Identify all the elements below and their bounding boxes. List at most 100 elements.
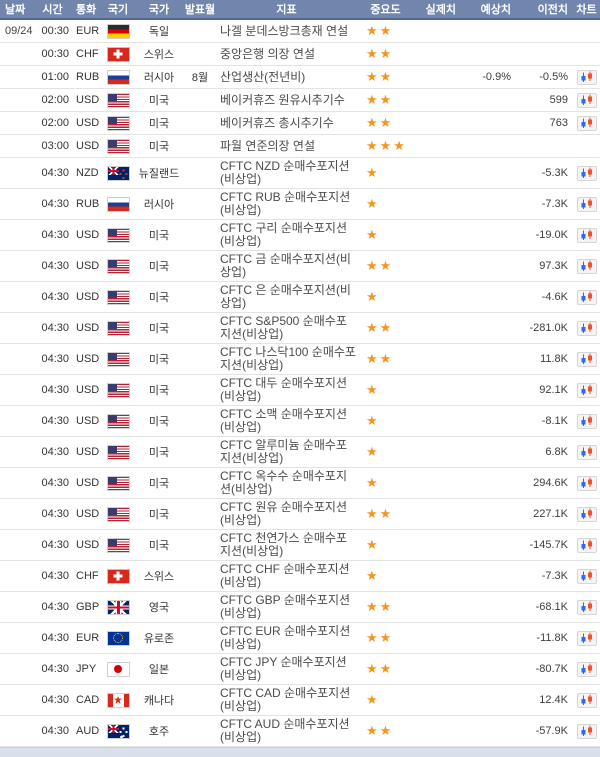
- indicator-link[interactable]: CFTC 알루미늄 순매수포지션(비상업): [216, 437, 357, 467]
- importance-stars: ★★: [357, 115, 414, 131]
- previous-cell: -19.0K: [515, 229, 572, 241]
- usa-flag-icon: [107, 445, 130, 460]
- table-row[interactable]: 03:00 USD 미국 파월 연준의장 연설 ★★★: [0, 135, 600, 158]
- table-row[interactable]: 04:30 USD 미국 CFTC 소맥 순매수포지션(비상업) ★ -8.1K: [0, 406, 600, 437]
- candlestick-chart-icon[interactable]: [577, 569, 597, 584]
- time-cell: 01:00: [36, 71, 69, 83]
- indicator-link[interactable]: 중앙은행 의장 연설: [216, 46, 357, 63]
- indicator-link[interactable]: CFTC CAD 순매수포지션(비상업): [216, 685, 357, 715]
- candlestick-chart-icon[interactable]: [577, 662, 597, 677]
- table-row[interactable]: 02:00 USD 미국 베이커휴즈 총시추기수 ★★ 763: [0, 112, 600, 135]
- indicator-link[interactable]: CFTC 나스닥100 순매수포지션(비상업): [216, 344, 357, 374]
- indicator-link[interactable]: CFTC 원유 순매수포지션(비상업): [216, 499, 357, 529]
- currency-cell: AUD: [69, 725, 102, 737]
- table-row[interactable]: 04:30 JPY 일본 CFTC JPY 순매수포지션(비상업) ★★ -80…: [0, 654, 600, 685]
- candlestick-chart-icon[interactable]: [577, 93, 597, 108]
- previous-cell: 97.3K: [515, 260, 572, 272]
- indicator-link[interactable]: CFTC 금 순매수포지션(비상업): [216, 251, 357, 281]
- table-row[interactable]: 04:30 USD 미국 CFTC 원유 순매수포지션(비상업) ★★ 227.…: [0, 499, 600, 530]
- importance-stars: ★: [357, 568, 414, 584]
- canada-flag-icon: [107, 693, 130, 708]
- indicator-link[interactable]: CFTC AUD 순매수포지션(비상업): [216, 716, 357, 746]
- table-row[interactable]: 04:30 CAD 캐나다 CFTC CAD 순매수포지션(비상업) ★ 12.…: [0, 685, 600, 716]
- candlestick-chart-icon[interactable]: [577, 507, 597, 522]
- indicator-link[interactable]: CFTC GBP 순매수포지션(비상업): [216, 592, 357, 622]
- indicator-link[interactable]: CFTC EUR 순매수포지션(비상업): [216, 623, 357, 653]
- table-row[interactable]: 04:30 CHF 스위스 CFTC CHF 순매수포지션(비상업) ★ -7.…: [0, 561, 600, 592]
- candlestick-chart-icon[interactable]: [577, 693, 597, 708]
- table-row[interactable]: 04:30 RUB 러시아 CFTC RUB 순매수포지션(비상업) ★ -7.…: [0, 189, 600, 220]
- column-header-month: 발표월: [184, 1, 216, 17]
- table-row[interactable]: 02:00 USD 미국 베이커휴즈 원유시추기수 ★★ 599: [0, 89, 600, 112]
- country-cell: 러시아: [134, 69, 184, 85]
- table-row[interactable]: 01:00 RUB 러시아 8월 산업생산(전년비) ★★ -0.9% -0.5…: [0, 66, 600, 89]
- table-row[interactable]: 04:30 AUD 호주 CFTC AUD 순매수포지션(비상업) ★★ -57…: [0, 716, 600, 747]
- table-row[interactable]: 04:30 NZD 뉴질랜드 CFTC NZD 순매수포지션(비상업) ★ -5…: [0, 158, 600, 189]
- indicator-link[interactable]: CFTC CHF 순매수포지션(비상업): [216, 561, 357, 591]
- currency-cell: CHF: [69, 48, 102, 60]
- candlestick-chart-icon[interactable]: [577, 70, 597, 85]
- calendar-rows: 09/24 00:30 EUR 독일 나겔 분데스방크총재 연설 ★★ 00:3…: [0, 20, 600, 747]
- table-row[interactable]: 04:30 GBP 영국 CFTC GBP 순매수포지션(비상업) ★★ -68…: [0, 592, 600, 623]
- time-cell: 00:30: [36, 48, 69, 60]
- previous-cell: 92.1K: [515, 384, 572, 396]
- usa-flag-icon: [107, 139, 130, 154]
- candlestick-chart-icon[interactable]: [577, 538, 597, 553]
- currency-cell: NZD: [69, 167, 102, 179]
- indicator-link[interactable]: 파월 연준의장 연설: [216, 138, 357, 155]
- candlestick-chart-icon[interactable]: [577, 631, 597, 646]
- table-row[interactable]: 04:30 USD 미국 CFTC 은 순매수포지션(비상업) ★ -4.6K: [0, 282, 600, 313]
- table-row[interactable]: 04:30 USD 미국 CFTC 금 순매수포지션(비상업) ★★ 97.3K: [0, 251, 600, 282]
- time-cell: 04:30: [36, 570, 69, 582]
- indicator-link[interactable]: 산업생산(전년비): [216, 69, 357, 86]
- candlestick-chart-icon[interactable]: [577, 445, 597, 460]
- table-row[interactable]: 00:30 CHF 스위스 중앙은행 의장 연설 ★★: [0, 43, 600, 66]
- indicator-link[interactable]: 베이커휴즈 원유시추기수: [216, 92, 357, 109]
- time-cell: 04:30: [36, 508, 69, 520]
- indicator-link[interactable]: CFTC S&P500 순매수포지션(비상업): [216, 313, 357, 343]
- country-cell: 영국: [134, 599, 184, 615]
- candlestick-chart-icon[interactable]: [577, 321, 597, 336]
- currency-cell: RUB: [69, 198, 102, 210]
- candlestick-chart-icon[interactable]: [577, 414, 597, 429]
- table-row[interactable]: 04:30 USD 미국 CFTC 나스닥100 순매수포지션(비상업) ★★ …: [0, 344, 600, 375]
- table-row[interactable]: 04:30 USD 미국 CFTC S&P500 순매수포지션(비상업) ★★ …: [0, 313, 600, 344]
- japan-flag-icon: [107, 662, 130, 677]
- indicator-link[interactable]: CFTC 구리 순매수포지션(비상업): [216, 220, 357, 250]
- indicator-link[interactable]: CFTC 대두 순매수포지션(비상업): [216, 375, 357, 405]
- currency-cell: USD: [69, 477, 102, 489]
- candlestick-chart-icon[interactable]: [577, 166, 597, 181]
- country-cell: 미국: [134, 382, 184, 398]
- indicator-link[interactable]: 나겔 분데스방크총재 연설: [216, 23, 357, 40]
- candlestick-chart-icon[interactable]: [577, 197, 597, 212]
- candlestick-chart-icon[interactable]: [577, 476, 597, 491]
- table-row[interactable]: 04:30 EUR 유로존 CFTC EUR 순매수포지션(비상업) ★★ -1…: [0, 623, 600, 654]
- previous-cell: -57.9K: [515, 725, 572, 737]
- indicator-link[interactable]: CFTC 은 순매수포지션(비상업): [216, 282, 357, 312]
- country-cell: 미국: [134, 537, 184, 553]
- table-row[interactable]: 04:30 USD 미국 CFTC 구리 순매수포지션(비상업) ★ -19.0…: [0, 220, 600, 251]
- candlestick-chart-icon[interactable]: [577, 259, 597, 274]
- table-row[interactable]: 04:30 USD 미국 CFTC 옥수수 순매수포지션(비상업) ★ 294.…: [0, 468, 600, 499]
- indicator-link[interactable]: CFTC RUB 순매수포지션(비상업): [216, 189, 357, 219]
- table-row[interactable]: 04:30 USD 미국 CFTC 천연가스 순매수포지션(비상업) ★ -14…: [0, 530, 600, 561]
- indicator-link[interactable]: CFTC NZD 순매수포지션(비상업): [216, 158, 357, 188]
- indicator-link[interactable]: CFTC 소맥 순매수포지션(비상업): [216, 406, 357, 436]
- candlestick-chart-icon[interactable]: [577, 724, 597, 739]
- candlestick-chart-icon[interactable]: [577, 383, 597, 398]
- indicator-link[interactable]: CFTC 천연가스 순매수포지션(비상업): [216, 530, 357, 560]
- table-row[interactable]: 04:30 USD 미국 CFTC 대두 순매수포지션(비상업) ★ 92.1K: [0, 375, 600, 406]
- indicator-link[interactable]: CFTC JPY 순매수포지션(비상업): [216, 654, 357, 684]
- currency-cell: CHF: [69, 570, 102, 582]
- switzerland-flag-icon: [107, 47, 130, 62]
- indicator-link[interactable]: CFTC 옥수수 순매수포지션(비상업): [216, 468, 357, 498]
- table-row[interactable]: 09/24 00:30 EUR 독일 나겔 분데스방크총재 연설 ★★: [0, 20, 600, 43]
- table-row[interactable]: 04:30 USD 미국 CFTC 알루미늄 순매수포지션(비상업) ★ 6.8…: [0, 437, 600, 468]
- candlestick-chart-icon[interactable]: [577, 290, 597, 305]
- indicator-link[interactable]: 베이커휴즈 총시추기수: [216, 115, 357, 132]
- candlestick-chart-icon[interactable]: [577, 228, 597, 243]
- importance-stars: ★★★: [357, 138, 414, 154]
- previous-cell: -4.6K: [515, 291, 572, 303]
- candlestick-chart-icon[interactable]: [577, 352, 597, 367]
- candlestick-chart-icon[interactable]: [577, 116, 597, 131]
